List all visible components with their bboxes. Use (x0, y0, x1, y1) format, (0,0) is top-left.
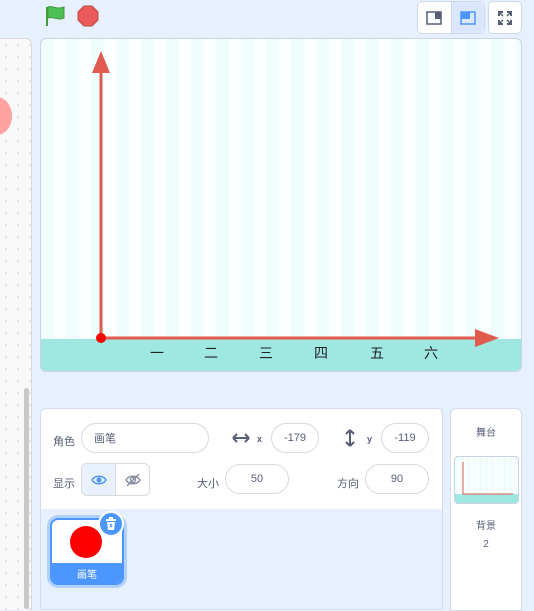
x-label-6: 六 (424, 346, 438, 362)
stop-icon (77, 5, 99, 27)
green-flag-icon (46, 6, 65, 26)
fullscreen-button[interactable] (488, 1, 522, 34)
fullscreen-icon (498, 10, 512, 25)
sprite-label: 角色 (53, 436, 75, 448)
x-label-3: 三 (259, 346, 273, 362)
delete-sprite-button[interactable] (98, 511, 124, 537)
backdrops-count: 2 (483, 539, 489, 550)
sprite-thumbnail (70, 526, 102, 558)
eye-icon (90, 475, 107, 484)
y-input[interactable]: -119 (381, 423, 429, 453)
x-input[interactable]: -179 (271, 423, 319, 453)
stop-button[interactable] (76, 4, 100, 28)
x-label: x (257, 434, 263, 444)
backdrops-label: 背景 (476, 521, 496, 532)
axes-drawing (92, 51, 499, 347)
show-sprite-button[interactable] (82, 464, 115, 495)
stage-canvas[interactable]: 一 二 三 四 五 六 (40, 38, 522, 372)
code-area-sprite-dot (0, 97, 12, 135)
y-axis-arrow (92, 51, 110, 73)
size-input[interactable]: 50 (225, 464, 289, 494)
small-stage-button[interactable] (418, 2, 451, 33)
size-label: 大小 (197, 478, 219, 490)
y-arrows-icon (345, 429, 355, 447)
sprite-tile-name: 画笔 (52, 563, 122, 583)
stage-selector[interactable]: 舞台 背景 2 (450, 408, 522, 611)
sprite-info-panel: 角色 画笔 x -179 y -119 显示 大小 50 方向 90 (40, 408, 443, 511)
direction-label: 方向 (337, 478, 359, 490)
eye-slash-icon (124, 472, 141, 487)
green-flag-button[interactable] (44, 4, 68, 28)
x-arrows-icon (232, 433, 250, 443)
x-axis-arrow (475, 329, 499, 347)
large-stage-icon (460, 10, 476, 25)
stage-thumbnail[interactable] (454, 456, 519, 504)
visibility-toggle (81, 463, 150, 496)
hide-sprite-button[interactable] (115, 464, 149, 495)
y-label: y (367, 434, 373, 444)
code-area-scrollbar[interactable] (24, 388, 29, 609)
show-label: 显示 (53, 478, 75, 490)
trash-icon (106, 517, 116, 530)
stage-size-toggle (417, 1, 485, 34)
small-stage-icon (426, 10, 442, 25)
x-label-4: 四 (314, 346, 328, 362)
x-label-1: 一 (150, 346, 164, 362)
sprite-name-input[interactable]: 画笔 (81, 423, 209, 453)
origin-dot (96, 333, 106, 343)
direction-input[interactable]: 90 (365, 464, 429, 494)
x-label-2: 二 (204, 346, 218, 362)
large-stage-button[interactable] (450, 2, 484, 33)
stage-title: 舞台 (476, 428, 496, 439)
stage-thumbnail-axes (462, 462, 513, 495)
x-label-5: 五 (370, 346, 384, 362)
